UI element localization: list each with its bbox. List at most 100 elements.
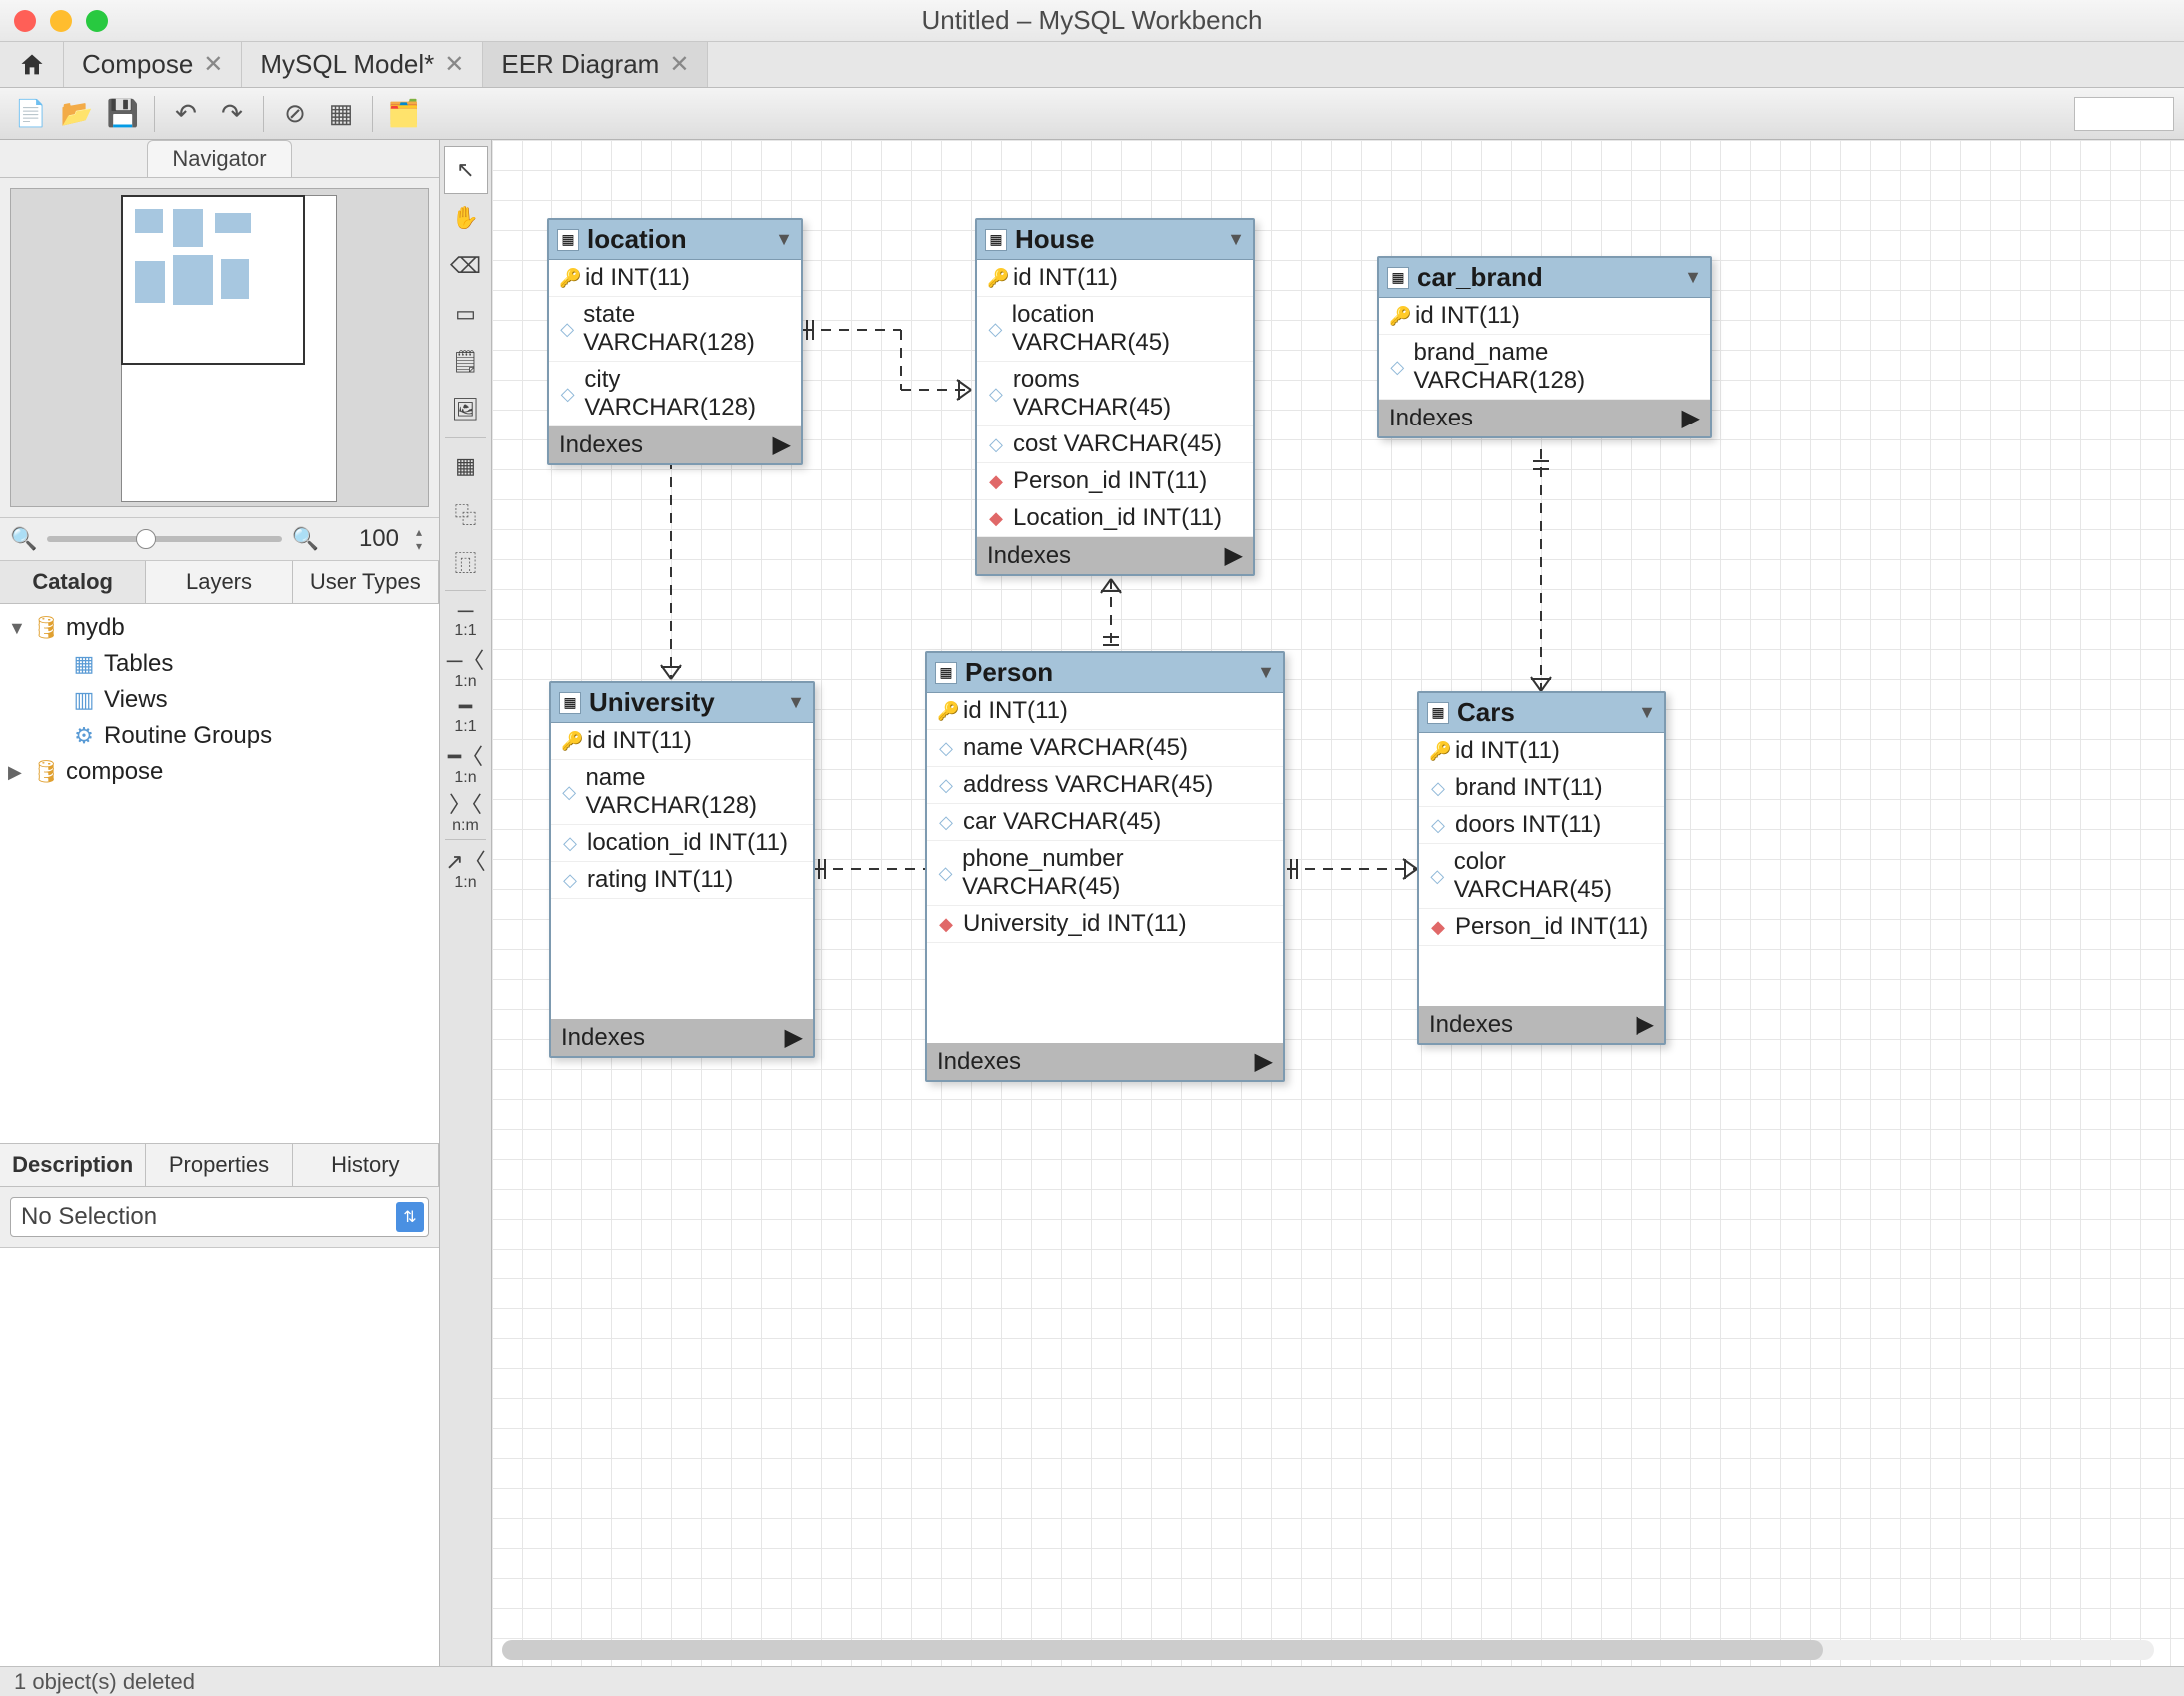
entity-location[interactable]: ▦ location ▼ 🔑id INT(11) ◇state VARCHAR(… — [547, 218, 803, 465]
tab-mysql-model[interactable]: MySQL Model* ✕ — [242, 42, 483, 87]
toggle-grid-button[interactable]: ⊘ — [274, 95, 316, 133]
column-row[interactable]: ◇address VARCHAR(45) — [927, 767, 1283, 804]
close-window-icon[interactable] — [14, 10, 36, 32]
diagram-minimap[interactable] — [10, 188, 429, 507]
close-icon[interactable]: ✕ — [669, 50, 689, 79]
diagram-canvas[interactable]: ▦ location ▼ 🔑id INT(11) ◇state VARCHAR(… — [492, 140, 2184, 1666]
column-row[interactable]: ◇name VARCHAR(128) — [551, 760, 813, 825]
zoom-slider[interactable] — [47, 536, 281, 542]
entity-header[interactable]: ▦ House ▼ — [977, 220, 1253, 260]
open-file-button[interactable]: 📂 — [56, 95, 98, 133]
layer-tool[interactable]: ▭ — [444, 290, 488, 338]
column-row[interactable]: ◇color VARCHAR(45) — [1419, 844, 1664, 909]
indexes-row[interactable]: Indexes▶ — [551, 1019, 813, 1056]
column-row[interactable]: ◆Person_id INT(11) — [1419, 909, 1664, 946]
column-row[interactable]: 🔑id INT(11) — [551, 723, 813, 760]
navigator-tab[interactable]: Navigator — [147, 140, 291, 177]
rel-1-1-ident-tool[interactable]: ━1:1 — [444, 691, 488, 739]
indexes-row[interactable]: Indexes▶ — [927, 1043, 1283, 1080]
rel-n-m-tool[interactable]: 〉〈n:m — [444, 787, 488, 835]
column-row[interactable]: ◇brand_name VARCHAR(128) — [1379, 335, 1710, 400]
tree-tables[interactable]: ▦ Tables — [8, 646, 431, 682]
catalog-tree[interactable]: ▼ 🛢 mydb ▦ Tables ▥ Views ⚙ Routine Grou… — [0, 604, 439, 1143]
rel-1-n-nonident-tool[interactable]: ─〈1:n — [444, 643, 488, 691]
tree-routine-groups[interactable]: ⚙ Routine Groups — [8, 718, 431, 754]
indexes-row[interactable]: Indexes▶ — [1419, 1006, 1664, 1043]
rel-1-1-nonident-tool[interactable]: ─1:1 — [444, 595, 488, 643]
maximize-window-icon[interactable] — [86, 10, 108, 32]
tab-description[interactable]: Description — [0, 1144, 146, 1186]
save-button[interactable]: 💾 — [102, 95, 144, 133]
scrollbar-thumb[interactable] — [502, 1640, 1823, 1660]
entity-header[interactable]: ▦ Person ▼ — [927, 653, 1283, 693]
expand-icon[interactable]: ▼ — [8, 618, 26, 639]
column-row[interactable]: ◇location_id INT(11) — [551, 825, 813, 862]
hand-tool[interactable]: ✋ — [444, 194, 488, 242]
chevron-down-icon[interactable]: ▼ — [1638, 702, 1656, 723]
entity-header[interactable]: ▦ car_brand ▼ — [1379, 258, 1710, 298]
new-file-button[interactable]: 📄 — [10, 95, 52, 133]
indexes-row[interactable]: Indexes▶ — [977, 537, 1253, 574]
selection-dropdown[interactable]: No Selection ⇅ — [10, 1197, 429, 1237]
column-row[interactable]: ◆Location_id INT(11) — [977, 500, 1253, 537]
redo-button[interactable]: ↷ — [211, 95, 253, 133]
column-row[interactable]: ◇phone_number VARCHAR(45) — [927, 841, 1283, 906]
tab-eer-diagram[interactable]: EER Diagram ✕ — [483, 42, 708, 87]
routine-tool[interactable]: ⿵ — [444, 538, 488, 586]
tab-compose[interactable]: Compose ✕ — [64, 42, 242, 87]
zoom-stepper[interactable]: ▴▾ — [409, 524, 429, 554]
search-input[interactable] — [2074, 97, 2174, 131]
image-tool[interactable]: 🖼 — [444, 386, 488, 433]
column-row[interactable]: ◇rooms VARCHAR(45) — [977, 362, 1253, 426]
column-row[interactable]: ◇brand INT(11) — [1419, 770, 1664, 807]
undo-button[interactable]: ↶ — [165, 95, 207, 133]
entity-cars[interactable]: ▦ Cars ▼ 🔑id INT(11) ◇brand INT(11) ◇doo… — [1417, 691, 1666, 1045]
tree-db-compose[interactable]: ▶ 🛢 compose — [8, 754, 431, 790]
column-row[interactable]: ◇car VARCHAR(45) — [927, 804, 1283, 841]
close-icon[interactable]: ✕ — [203, 50, 223, 79]
column-row[interactable]: ◇state VARCHAR(128) — [549, 297, 801, 362]
chevron-down-icon[interactable]: ▼ — [1227, 229, 1245, 250]
indexes-row[interactable]: Indexes▶ — [1379, 400, 1710, 436]
column-row[interactable]: ◇name VARCHAR(45) — [927, 730, 1283, 767]
pointer-tool[interactable]: ↖ — [444, 146, 488, 194]
chevron-down-icon[interactable]: ▼ — [1257, 662, 1275, 683]
view-tool[interactable]: ⿻ — [444, 490, 488, 538]
entity-person[interactable]: ▦ Person ▼ 🔑id INT(11) ◇name VARCHAR(45)… — [925, 651, 1285, 1082]
tab-layers[interactable]: Layers — [146, 561, 292, 603]
align-button[interactable]: ▦ — [320, 95, 362, 133]
column-row[interactable]: ◇rating INT(11) — [551, 862, 813, 899]
minimap-viewport[interactable] — [121, 195, 305, 365]
eraser-tool[interactable]: ⌫ — [444, 242, 488, 290]
minimize-window-icon[interactable] — [50, 10, 72, 32]
column-row[interactable]: ◇location VARCHAR(45) — [977, 297, 1253, 362]
zoom-out-icon[interactable]: 🔍 — [10, 526, 37, 552]
home-icon[interactable] — [0, 42, 64, 87]
horizontal-scrollbar[interactable] — [502, 1640, 2154, 1660]
chevron-down-icon[interactable]: ▼ — [1684, 267, 1702, 288]
entity-header[interactable]: ▦ location ▼ — [549, 220, 801, 260]
entity-header[interactable]: ▦ Cars ▼ — [1419, 693, 1664, 733]
column-row[interactable]: ◇doors INT(11) — [1419, 807, 1664, 844]
tab-properties[interactable]: Properties — [146, 1144, 292, 1186]
rel-existing-tool[interactable]: ↗〈1:n — [444, 844, 488, 892]
column-row[interactable]: ◇city VARCHAR(128) — [549, 362, 801, 426]
tab-catalog[interactable]: Catalog — [0, 561, 146, 603]
table-tool[interactable]: ▦ — [444, 442, 488, 490]
zoom-knob[interactable] — [136, 529, 156, 549]
note-tool[interactable]: 🗒 — [444, 338, 488, 386]
column-row[interactable]: 🔑id INT(11) — [1419, 733, 1664, 770]
description-area[interactable] — [0, 1247, 439, 1666]
column-row[interactable]: ◇cost VARCHAR(45) — [977, 426, 1253, 463]
close-icon[interactable]: ✕ — [444, 50, 464, 79]
entity-car-brand[interactable]: ▦ car_brand ▼ 🔑id INT(11) ◇brand_name VA… — [1377, 256, 1712, 438]
expand-icon[interactable]: ▶ — [8, 762, 26, 783]
column-row[interactable]: ◆Person_id INT(11) — [977, 463, 1253, 500]
entity-university[interactable]: ▦ University ▼ 🔑id INT(11) ◇name VARCHAR… — [549, 681, 815, 1058]
column-row[interactable]: 🔑id INT(11) — [549, 260, 801, 297]
column-row[interactable]: 🔑id INT(11) — [977, 260, 1253, 297]
column-row[interactable]: 🔑id INT(11) — [927, 693, 1283, 730]
rel-1-n-ident-tool[interactable]: ━〈1:n — [444, 739, 488, 787]
column-row[interactable]: ◆University_id INT(11) — [927, 906, 1283, 943]
tab-user-types[interactable]: User Types — [293, 561, 439, 603]
